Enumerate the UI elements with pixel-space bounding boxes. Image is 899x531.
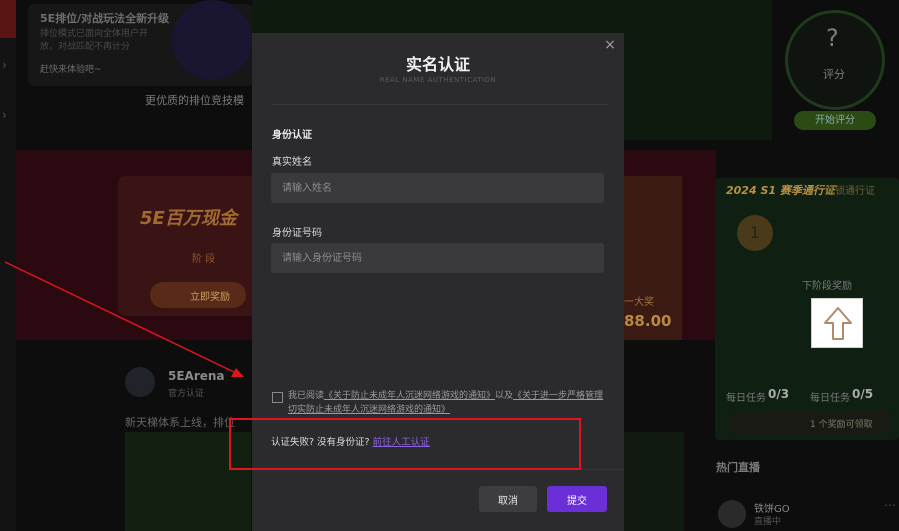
agree-mid: 以及	[495, 391, 514, 401]
daily-task-value: 0/3	[768, 387, 790, 401]
question-icon: ?	[826, 24, 839, 52]
live-streamer-name: 铁饼GO	[754, 504, 790, 515]
start-score-button: 开始评分	[794, 111, 876, 130]
agree-checkbox[interactable]	[272, 392, 283, 403]
cancel-button[interactable]: 取消	[479, 486, 537, 512]
left-sidebar-badge	[0, 0, 16, 38]
banner-title: 5E百万现金	[140, 208, 237, 229]
weekly-task-value: 0/5	[852, 387, 874, 401]
name-label: 真实姓名	[272, 157, 312, 168]
live-section-title: 热门直播	[716, 461, 760, 474]
weekly-task-label: 每日任务	[810, 393, 850, 404]
chevron-right-icon: ›	[2, 58, 7, 72]
promo-title: 5E排位/对战玩法全新升级	[40, 12, 170, 25]
live-streamer-status: 直播中	[754, 517, 782, 527]
divider	[272, 104, 608, 105]
section-heading: 身份认证	[272, 130, 312, 141]
id-number-input[interactable]	[271, 243, 604, 273]
prize-amount: 88.00	[624, 312, 672, 330]
prize-label: 一大奖	[624, 297, 654, 308]
avatar	[125, 367, 155, 397]
reward-label: 1 个奖励可领取	[810, 420, 873, 430]
feed-author: 5EArena	[168, 369, 225, 383]
dialog-title: 实名认证	[405, 55, 470, 74]
left-sidebar-edge	[0, 0, 16, 531]
policy-link-1[interactable]: 《关于防止未成年人沉迷网络游戏的通知》	[324, 391, 495, 401]
avatar	[718, 500, 746, 528]
feed-image	[624, 432, 684, 531]
season-unlock: 解锁通行证	[825, 186, 875, 197]
scroll-top-button[interactable]	[811, 298, 863, 348]
dialog-subtitle: REAL NAME AUTHENTICATION	[379, 76, 497, 84]
promo-link: 赶快来体验吧~	[40, 65, 102, 75]
season-next-reward: 下阶段奖励	[802, 281, 852, 292]
name-input[interactable]	[271, 173, 604, 203]
submit-button[interactable]: 提交	[547, 486, 607, 512]
banner-claim-label: 立即奖励	[190, 292, 230, 303]
more-icon: ⋯	[884, 498, 896, 512]
mascot-image	[172, 0, 252, 80]
feed-text: 新天梯体系上线，排位	[125, 416, 235, 429]
hero-subtitle: 更优质的排位竞技模	[145, 94, 244, 107]
agree-prefix: 我已阅读	[288, 391, 325, 401]
highlight-box	[229, 418, 581, 470]
feed-author-sub: 官方认证	[168, 389, 205, 399]
season-level: 1	[737, 215, 773, 251]
banner-stage: 阶 段	[192, 254, 216, 265]
arrow-up-icon	[824, 307, 852, 340]
agreement-text: 我已阅读《关于防止未成年人沉迷网络游戏的通知》以及《关于进一步严格管理切实防止未…	[288, 389, 604, 417]
id-label: 身份证号码	[272, 228, 322, 239]
promo-description: 排位模式已面向全体用户开放，对战匹配不再计分	[40, 29, 149, 52]
chevron-right-icon: ›	[2, 108, 7, 122]
season-title: 2024 S1 赛季通行证	[726, 184, 835, 197]
daily-task-label: 每日任务	[726, 393, 766, 404]
score-label: 评分	[823, 68, 845, 81]
